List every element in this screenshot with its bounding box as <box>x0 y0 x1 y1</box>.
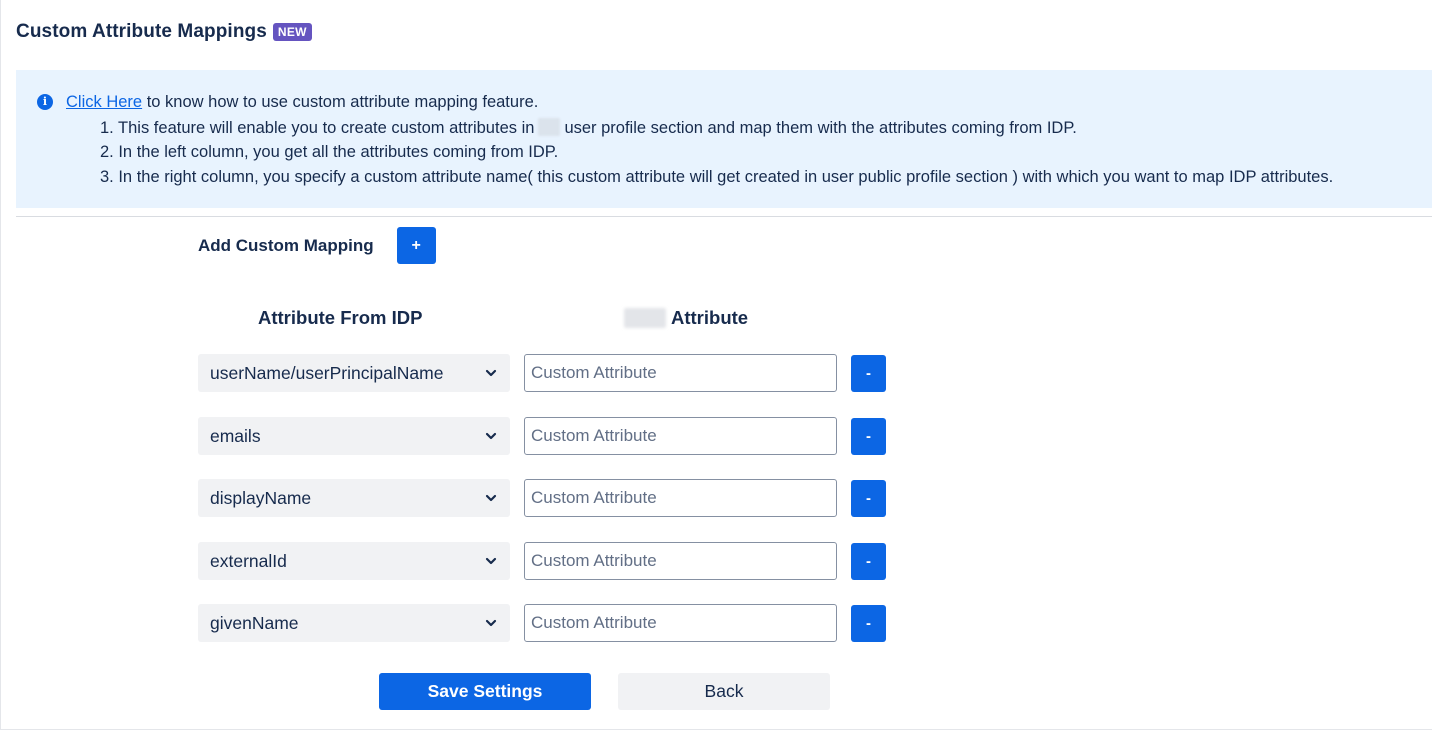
column-header-custom-label: Attribute <box>671 307 749 328</box>
idp-attribute-select[interactable]: externalId <box>198 542 510 580</box>
mapping-row: externalId - <box>198 542 888 580</box>
mapping-row: userName/userPrincipalName - <box>198 354 888 392</box>
info-line-1-text-rest: user profile section and map them with t… <box>564 119 1077 137</box>
mapping-row: displayName - <box>198 479 888 517</box>
mapping-row: givenName - <box>198 604 888 642</box>
info-icon: i <box>37 94 53 110</box>
info-line-1: 1. This feature will enable you to creat… <box>100 118 1077 138</box>
section-divider <box>16 216 1432 217</box>
remove-mapping-button[interactable]: - <box>851 355 886 392</box>
page-header: Custom Attribute Mappings NEW <box>16 21 312 43</box>
chevron-down-icon <box>485 557 497 565</box>
remove-mapping-button[interactable]: - <box>851 480 886 517</box>
add-mapping-label: Add Custom Mapping <box>198 235 374 255</box>
custom-attribute-input[interactable] <box>524 354 837 392</box>
info-intro-text: to know how to use custom attribute mapp… <box>142 93 539 111</box>
column-header-custom: Attribute <box>624 307 748 329</box>
redacted-product-name <box>624 308 666 328</box>
custom-attribute-input[interactable] <box>524 604 837 642</box>
info-line-intro: Click Here to know how to use custom att… <box>66 93 538 112</box>
remove-mapping-button[interactable]: - <box>851 543 886 580</box>
info-line-2: 2. In the left column, you get all the a… <box>100 143 559 161</box>
chevron-down-icon <box>485 619 497 627</box>
click-here-link[interactable]: Click Here <box>66 93 142 111</box>
idp-attribute-value: userName/userPrincipalName <box>210 362 444 383</box>
remove-mapping-button[interactable]: - <box>851 418 886 455</box>
new-badge: NEW <box>272 23 312 41</box>
idp-attribute-select[interactable]: userName/userPrincipalName <box>198 354 510 392</box>
chevron-down-icon <box>485 369 497 377</box>
custom-attribute-input[interactable] <box>524 479 837 517</box>
idp-attribute-value: displayName <box>210 487 312 508</box>
redacted-product-name <box>538 118 561 136</box>
chevron-down-icon <box>485 432 497 440</box>
custom-attribute-input[interactable] <box>524 542 837 580</box>
idp-attribute-value: emails <box>210 425 261 446</box>
idp-attribute-value: givenName <box>210 612 299 633</box>
info-panel: i Click Here to know how to use custom a… <box>16 70 1432 208</box>
remove-mapping-button[interactable]: - <box>851 605 886 642</box>
column-header-idp: Attribute From IDP <box>258 307 423 328</box>
idp-attribute-select[interactable]: displayName <box>198 479 510 517</box>
chevron-down-icon <box>485 494 497 502</box>
save-settings-button[interactable]: Save Settings <box>379 673 591 710</box>
idp-attribute-value: externalId <box>210 550 287 571</box>
idp-attribute-select[interactable]: emails <box>198 417 510 455</box>
idp-attribute-select[interactable]: givenName <box>198 604 510 642</box>
mapping-row: emails - <box>198 417 888 455</box>
back-button[interactable]: Back <box>618 673 830 710</box>
info-line-1-text: 1. This feature will enable you to creat… <box>100 119 535 137</box>
add-mapping-button[interactable]: + <box>396 227 436 264</box>
info-line-3: 3. In the right column, you specify a cu… <box>100 168 1334 186</box>
custom-attribute-input[interactable] <box>524 417 837 455</box>
page-title: Custom Attribute Mappings <box>16 21 267 42</box>
add-custom-mapping: Add Custom Mapping + <box>198 227 436 264</box>
